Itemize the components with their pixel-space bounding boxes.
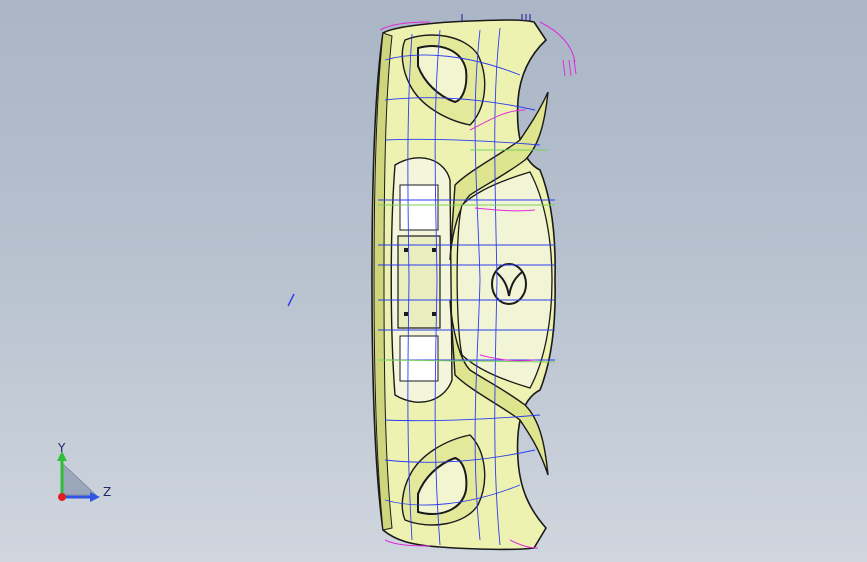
y-axis-label: Y — [58, 441, 66, 455]
upper-grille-panel — [456, 171, 553, 389]
mount-hole — [404, 248, 408, 252]
triad-cone — [61, 462, 98, 496]
z-axis-label: Z — [103, 485, 112, 499]
cad-3d-viewport[interactable]: Y Z — [0, 0, 867, 562]
stray-sketch-line — [287, 293, 295, 307]
axis-triad[interactable]: Y Z — [40, 435, 130, 515]
mount-hole — [432, 248, 436, 252]
z-axis-arrowhead — [90, 492, 100, 502]
mount-hole — [432, 312, 436, 316]
bumper-model[interactable] — [0, 0, 867, 562]
grille-slot-lower — [399, 335, 439, 382]
axis-triad-graphic — [57, 451, 100, 502]
mount-hole — [404, 312, 408, 316]
grille-slot-upper — [399, 184, 439, 231]
x-axis-dot — [58, 493, 66, 501]
